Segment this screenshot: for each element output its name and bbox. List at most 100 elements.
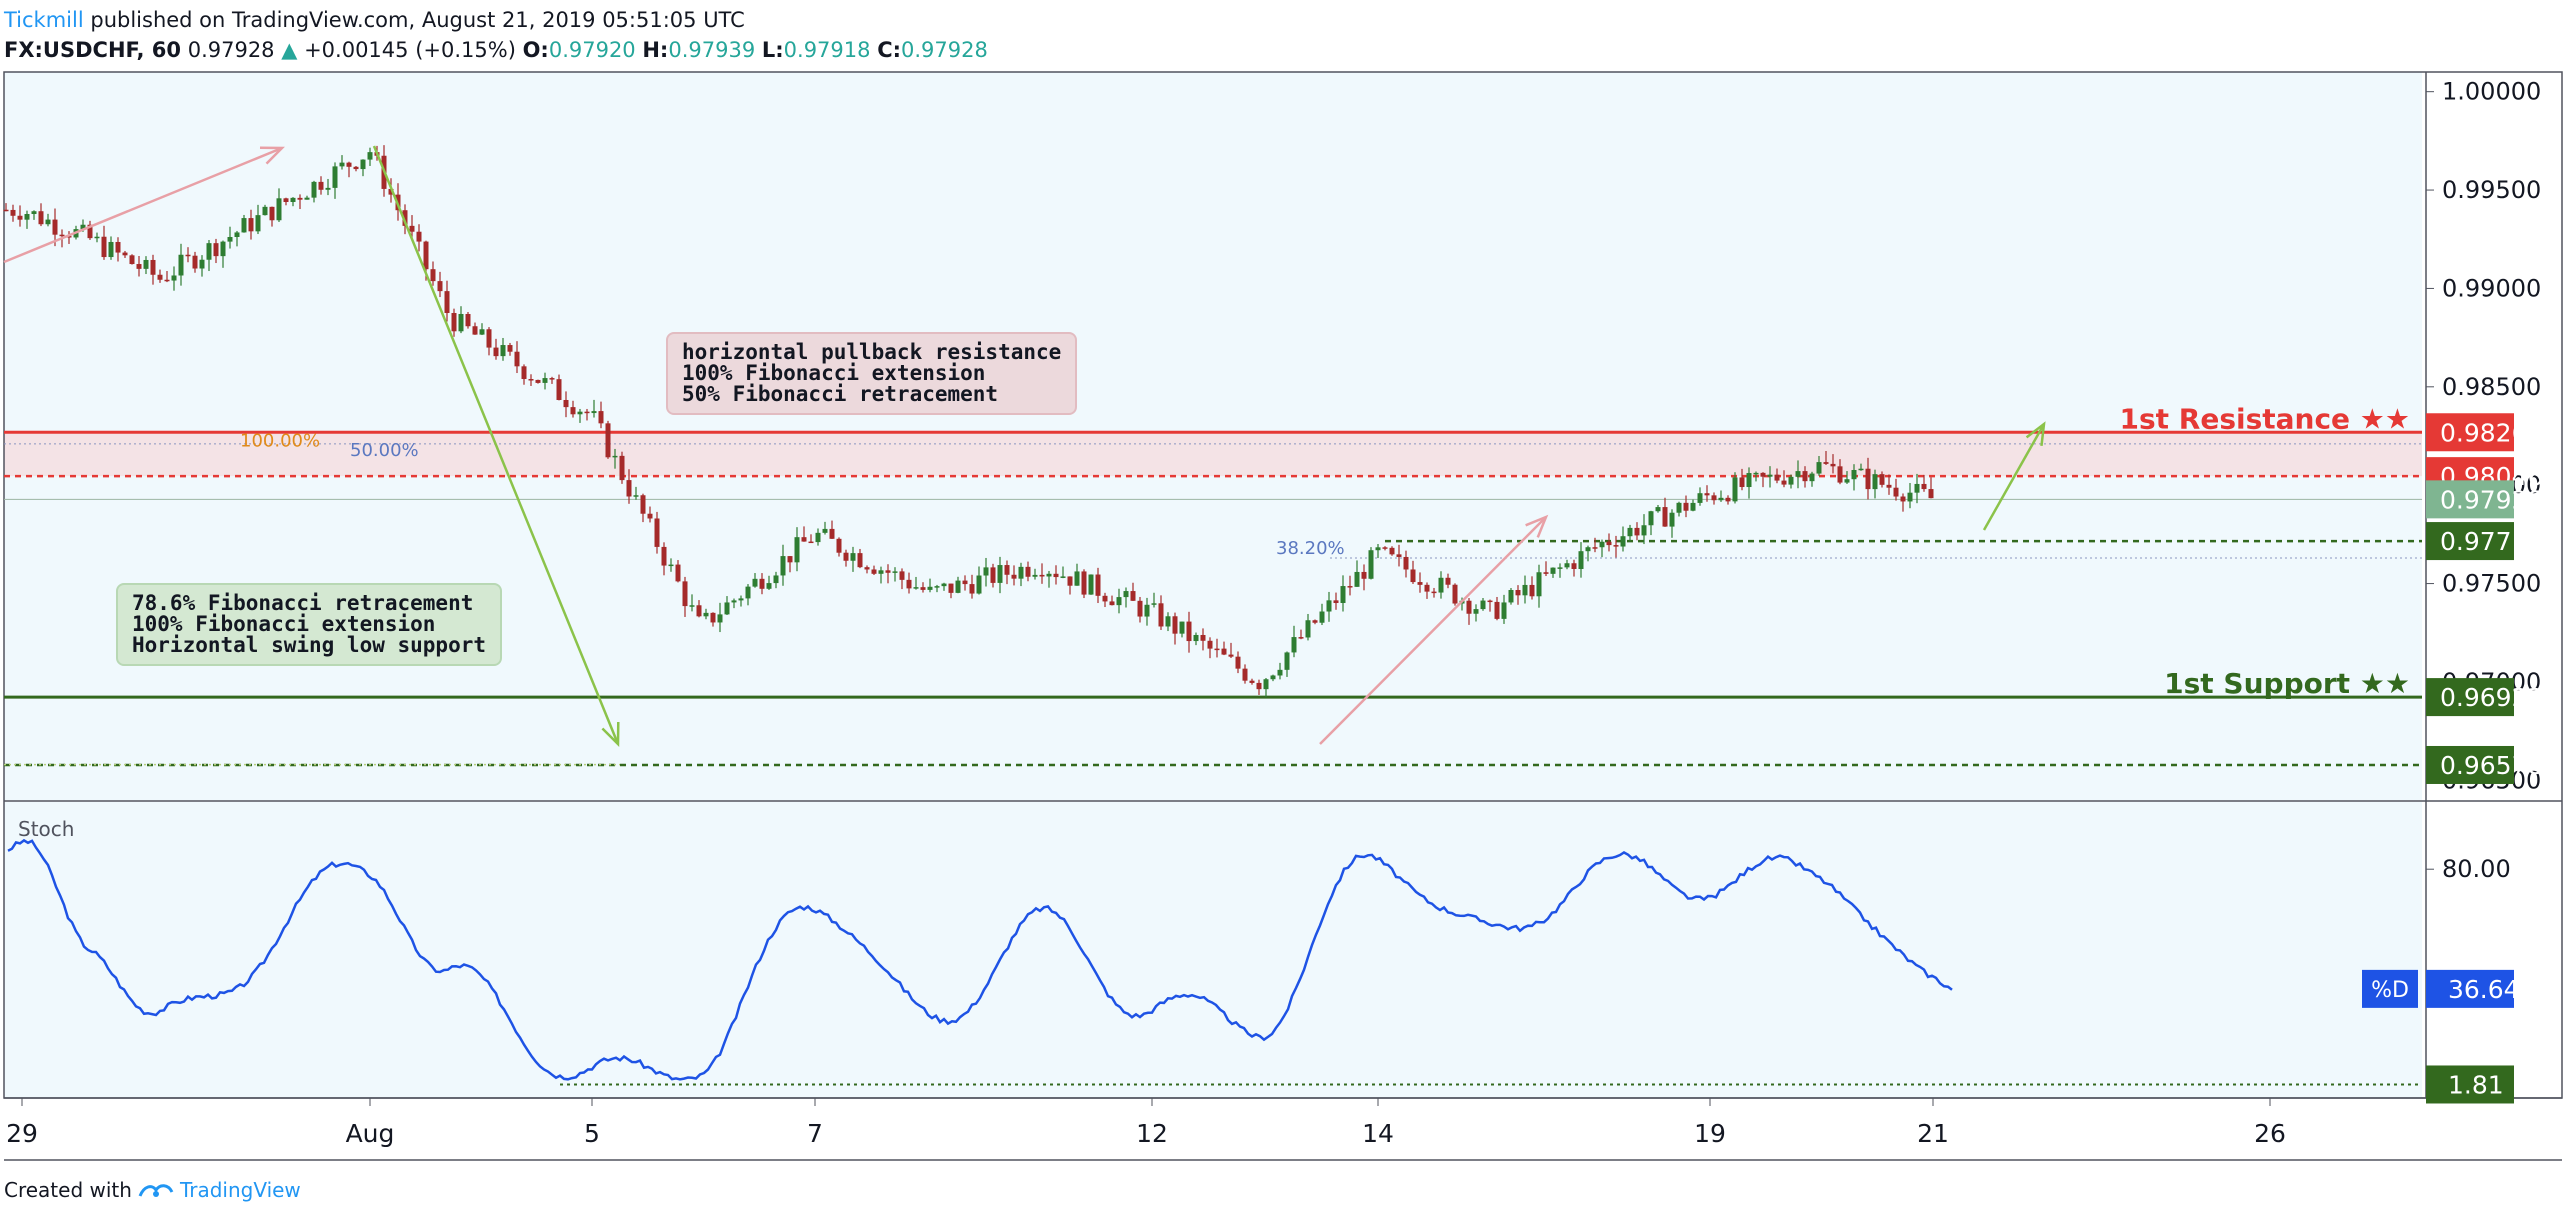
candle-body xyxy=(1886,484,1892,488)
candle-body xyxy=(1816,462,1822,474)
candle-body xyxy=(1074,571,1080,586)
candle-body xyxy=(1508,590,1514,603)
candle-body xyxy=(1172,616,1178,634)
candle-body xyxy=(493,347,499,357)
candle-body xyxy=(276,198,282,221)
candle-body xyxy=(171,275,177,281)
price-tag-label: 0.97928 xyxy=(2440,485,2543,514)
candle-body xyxy=(668,564,674,567)
candle-body xyxy=(1214,648,1220,651)
candle-body xyxy=(1851,469,1857,480)
candle-body xyxy=(1340,586,1346,604)
candle-body xyxy=(486,329,492,348)
candle-body xyxy=(801,537,807,542)
candle-body xyxy=(997,565,1003,583)
candle-body xyxy=(717,614,723,623)
x-tick-label: 5 xyxy=(584,1119,600,1148)
candle-body xyxy=(738,598,744,601)
tradingview-link[interactable]: TradingView xyxy=(180,1178,301,1202)
candle-body xyxy=(458,313,464,332)
candle-body xyxy=(1718,497,1724,501)
candle-body xyxy=(1858,468,1864,471)
candle-body xyxy=(864,567,870,570)
candle-body xyxy=(1116,597,1122,606)
candle-body xyxy=(1690,502,1696,511)
stoch-tick-label: 80.00 xyxy=(2442,855,2511,883)
candle-body xyxy=(1291,637,1297,653)
candle-body xyxy=(654,518,660,547)
candle-body xyxy=(1025,566,1031,577)
candle-body xyxy=(1893,487,1899,497)
candle-body xyxy=(59,234,65,237)
candle-body xyxy=(206,243,212,260)
candle-body xyxy=(549,378,555,380)
candle-body xyxy=(241,218,247,233)
candle-body xyxy=(1389,547,1395,555)
candle-body xyxy=(1844,479,1850,483)
candle-body xyxy=(1151,603,1157,605)
candle-body xyxy=(1249,680,1255,683)
candle-body xyxy=(136,264,142,269)
candle-body xyxy=(1123,591,1129,598)
candle-body xyxy=(1529,584,1535,597)
candle-body xyxy=(1438,577,1444,593)
candle-body xyxy=(1669,512,1675,527)
candle-body xyxy=(1375,547,1381,551)
candle-body xyxy=(990,567,996,583)
candle-body xyxy=(857,553,863,568)
candle-body xyxy=(346,162,352,167)
candle-body xyxy=(1788,476,1794,485)
candle-body xyxy=(1207,640,1213,649)
candle-body xyxy=(255,215,261,232)
candle-body xyxy=(367,152,373,160)
candle-body xyxy=(164,279,170,282)
candle-body xyxy=(766,583,772,589)
candle-body xyxy=(1641,525,1647,536)
candle-body xyxy=(304,197,310,200)
candle-body xyxy=(1431,591,1437,594)
candle-body xyxy=(1235,656,1241,669)
candle-body xyxy=(1515,590,1521,596)
candle-body xyxy=(339,162,345,167)
candle-body xyxy=(808,541,814,544)
candle-body xyxy=(752,578,758,587)
candle-body xyxy=(1067,576,1073,586)
candle-body xyxy=(1165,616,1171,627)
candle-body xyxy=(220,241,226,257)
stoch-series-name: %D xyxy=(2371,978,2409,1003)
candle-body xyxy=(1928,489,1934,499)
candle-body xyxy=(682,581,688,607)
candle-body xyxy=(1676,502,1682,513)
stoch-value: 36.64 xyxy=(2448,975,2520,1004)
candle-body xyxy=(1228,654,1234,657)
candle-body xyxy=(332,166,338,188)
candle-body xyxy=(871,569,877,574)
candle-body xyxy=(703,612,709,617)
candle-body xyxy=(122,252,128,256)
candle-body xyxy=(528,379,534,381)
candle-body xyxy=(1200,634,1206,641)
candle-body xyxy=(1592,547,1598,549)
annotation-line: Horizontal swing low support xyxy=(132,633,487,657)
candle-body xyxy=(1627,527,1633,537)
candle-body xyxy=(976,575,982,594)
candle-body xyxy=(948,583,954,593)
candle-body xyxy=(465,313,471,327)
candle-body xyxy=(556,379,562,400)
candle-body xyxy=(1221,648,1227,655)
created-with-label: Created with xyxy=(4,1178,132,1202)
x-tick-label: 26 xyxy=(2254,1119,2286,1148)
y-tick-label: 0.98500 xyxy=(2442,373,2541,401)
candle-body xyxy=(1697,493,1703,503)
candle-body xyxy=(878,570,884,574)
candle-body xyxy=(675,564,681,582)
candle-body xyxy=(1109,601,1115,606)
candle-body xyxy=(1403,556,1409,570)
candle-body xyxy=(724,602,730,615)
candle-body xyxy=(1739,477,1745,488)
candle-body xyxy=(759,578,765,589)
candle-body xyxy=(269,206,275,221)
candle-body xyxy=(843,552,849,561)
candle-body xyxy=(1060,576,1066,578)
candle-body xyxy=(941,583,947,587)
